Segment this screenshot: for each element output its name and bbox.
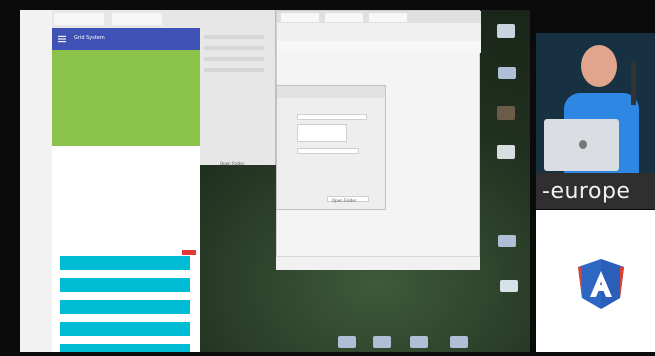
settings-window: Open Folder — [200, 10, 276, 166]
open-folder-label: Open Folder — [220, 161, 245, 166]
video-stage: Grid System Open Folder Open Folder -eur… — [0, 0, 655, 356]
browser-tab[interactable] — [325, 13, 363, 22]
desktop-folder-icon[interactable] — [450, 336, 468, 348]
desktop-folder-icon[interactable] — [373, 336, 391, 348]
browser-tab[interactable] — [369, 13, 407, 22]
browser-status-bar — [276, 256, 480, 270]
conference-brand: -europe — [536, 173, 655, 209]
browser-tab-strip — [277, 11, 481, 23]
dialog-checkbox-row[interactable] — [297, 148, 359, 154]
menu-icon[interactable] — [58, 35, 66, 43]
dialog-input[interactable] — [297, 114, 367, 120]
open-folder-button[interactable]: Open Folder — [220, 150, 260, 166]
right-desktop-icons — [497, 10, 530, 352]
window-row — [204, 68, 264, 72]
apple-logo-icon — [579, 140, 587, 149]
open-folder-button[interactable]: Open Folder — [327, 196, 369, 203]
tab[interactable] — [54, 13, 104, 25]
window-row — [204, 57, 264, 61]
desktop-folder-icon[interactable] — [338, 336, 356, 348]
status-badge — [182, 250, 196, 255]
angular-shield-icon — [578, 259, 624, 309]
android-app-window: Grid System — [52, 10, 200, 352]
list-button[interactable] — [60, 344, 190, 352]
presenter-head — [581, 45, 617, 87]
browser-tab-strip — [52, 10, 200, 28]
window-row — [204, 35, 264, 39]
list-button[interactable] — [60, 300, 190, 314]
window-row — [204, 46, 264, 50]
browser-subbar — [277, 41, 481, 53]
microphone-icon — [631, 61, 636, 105]
dialog-header — [277, 86, 385, 98]
laptop-icon — [544, 119, 619, 171]
dialog-options[interactable] — [297, 124, 347, 142]
desktop-folder-icon[interactable] — [410, 336, 428, 348]
app-title: Grid System — [74, 35, 105, 41]
list-button[interactable] — [60, 256, 190, 270]
tab[interactable] — [112, 13, 162, 25]
green-panel — [52, 76, 200, 146]
list-button[interactable] — [60, 322, 190, 336]
list-button[interactable] — [60, 278, 190, 292]
dialog-footer-label: Open Folder — [332, 198, 357, 203]
dialog-window: Open Folder — [276, 85, 386, 210]
browser-tab[interactable] — [281, 13, 319, 22]
green-header — [52, 50, 200, 76]
browser-toolbar — [277, 23, 481, 41]
app-bar: Grid System — [52, 28, 200, 50]
left-white-strip — [20, 10, 52, 352]
